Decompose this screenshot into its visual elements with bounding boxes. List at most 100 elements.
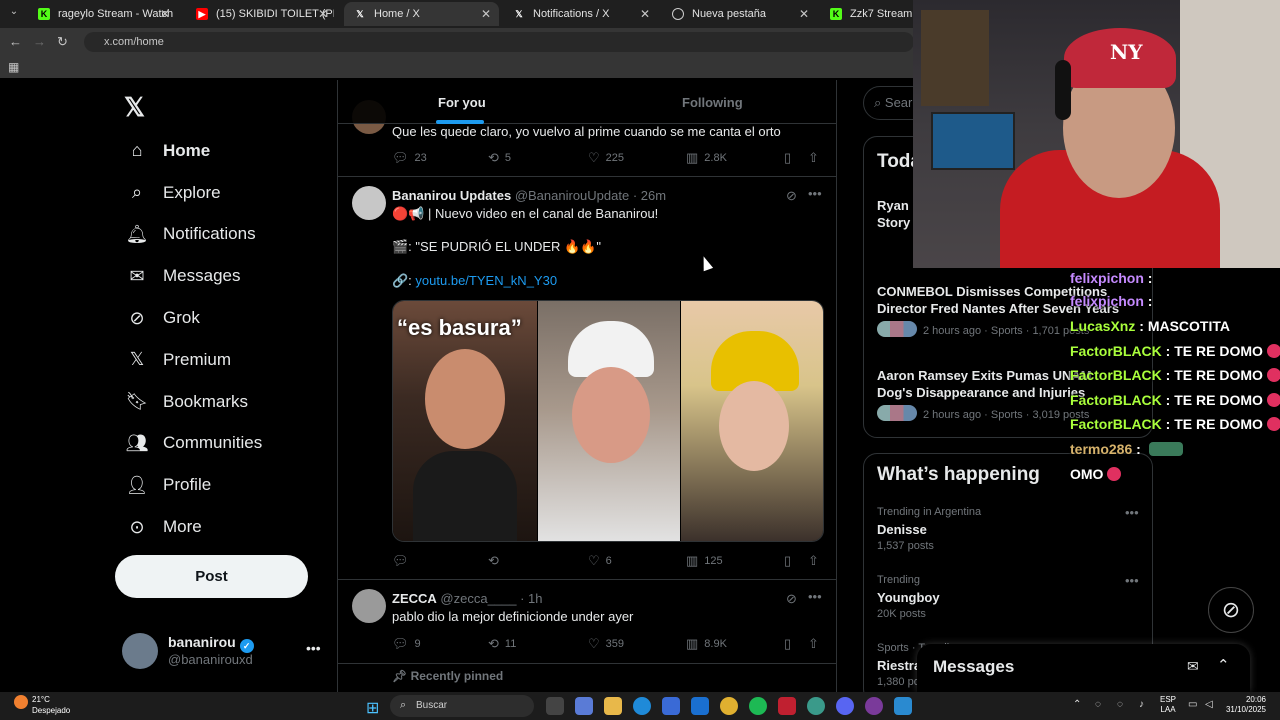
account-switcher[interactable]: bananirou ✓ @bananirouxd ••• <box>122 632 322 670</box>
close-tab-icon[interactable]: ✕ <box>160 7 170 21</box>
post-handle[interactable]: @zecca____ <box>440 591 516 606</box>
copilot-icon[interactable] <box>575 697 593 715</box>
volume-icon[interactable]: ◁ <box>1205 699 1213 710</box>
edge-icon[interactable] <box>633 697 651 715</box>
obs-icon[interactable] <box>778 697 796 715</box>
tray-chevron-icon[interactable]: ⌃ <box>1073 699 1081 710</box>
trend-item[interactable]: Trending Youngboy 20K posts <box>877 572 940 623</box>
like-button[interactable]: ♡ 6 <box>588 553 612 569</box>
sidebar-item-grok[interactable]: ⊘ Grok <box>124 297 262 339</box>
expand-up-icon[interactable]: ⌃ <box>1217 656 1230 674</box>
windows-start-icon[interactable]: ⊞ <box>366 698 379 718</box>
app-icon[interactable] <box>807 697 825 715</box>
close-tab-icon[interactable]: ✕ <box>640 7 650 21</box>
share-button[interactable]: ⇧ <box>808 636 819 652</box>
post-time[interactable]: · 26m <box>633 188 666 203</box>
post-link[interactable]: youtu.be/TYEN_kN_Y30 <box>415 273 557 288</box>
language-indicator[interactable]: ESP LAA <box>1160 695 1176 715</box>
post-media-image[interactable]: “es basura” <box>392 300 824 542</box>
discord-icon[interactable] <box>836 697 854 715</box>
reply-button[interactable]: 💬︎ 9 <box>392 636 421 652</box>
shirt-shape <box>413 451 517 541</box>
post-text: Que les quede claro, yo vuelvo al prime … <box>392 124 781 139</box>
bookmark-button[interactable]: ▯ <box>784 636 791 652</box>
x-logo-icon[interactable]: 𝕏 <box>124 92 145 123</box>
tab-following[interactable]: Following <box>682 95 743 110</box>
back-arrow-icon[interactable]: ← <box>9 34 22 49</box>
repost-button[interactable]: ⟲ 5 <box>488 150 511 166</box>
post-author[interactable]: Bananirou Updates <box>392 188 511 203</box>
tab-notifications-x[interactable]: 𝕏 Notifications / X ✕ <box>503 2 658 26</box>
share-button[interactable]: ⇧ <box>808 553 819 569</box>
bookmark-button[interactable]: ▯ <box>784 553 791 569</box>
bookmark-button[interactable]: ▯ <box>784 150 791 166</box>
app-icon[interactable] <box>894 697 912 715</box>
like-button[interactable]: ♡ 225 <box>588 150 624 166</box>
tab-search-icon[interactable]: ⌄ <box>6 6 22 22</box>
grok-float-button[interactable]: ⊘ <box>1208 587 1254 633</box>
sidebar-item-messages[interactable]: ✉ Messages <box>124 255 262 297</box>
views-button[interactable]: ▥ 2.8K <box>686 150 727 166</box>
sidebar-item-home[interactable]: ⌂ Home <box>124 130 262 172</box>
post-time[interactable]: · 1h <box>520 591 542 606</box>
share-button[interactable]: ⇧ <box>808 150 819 166</box>
url-field[interactable]: x.com/home <box>84 32 914 52</box>
views-button[interactable]: ▥ 125 <box>686 553 723 569</box>
repost-button[interactable]: ⟲ <box>488 553 505 569</box>
tab-kick-zzk7[interactable]: K Zzk7 Stream - Watch <box>820 2 920 26</box>
more-dots-icon[interactable]: ••• <box>808 186 822 201</box>
file-explorer-icon[interactable] <box>604 697 622 715</box>
trend-more-dots-icon[interactable]: ••• <box>1125 573 1139 588</box>
network-icon[interactable]: ▭ <box>1188 699 1197 710</box>
sidebar-item-profile[interactable]: 👤︎ Profile <box>124 464 262 506</box>
post[interactable]: Bananirou Updates @BananirouUpdate · 26m… <box>338 178 836 580</box>
views-button[interactable]: ▥ 8.9K <box>686 636 727 652</box>
tab-for-you[interactable]: For you <box>438 95 486 110</box>
sidebar-item-notifications[interactable]: 🔔︎ Notifications <box>124 214 262 256</box>
reply-button[interactable]: 💬︎ <box>392 553 415 569</box>
more-dots-icon[interactable]: ••• <box>306 640 321 656</box>
reload-icon[interactable]: ↻ <box>57 34 68 50</box>
post[interactable]: ZECCA @zecca____ · 1h ⊘ ••• pablo dio la… <box>338 581 836 664</box>
news-item[interactable]: Ryan Story <box>877 197 910 231</box>
grok-explain-icon[interactable]: ⊘ <box>786 188 797 204</box>
sidebar-item-more[interactable]: ⊙ More <box>124 506 262 548</box>
sidebar-item-premium[interactable]: 𝕏 Premium <box>124 339 262 381</box>
like-button[interactable]: ♡ 359 <box>588 636 624 652</box>
close-tab-icon[interactable]: ✕ <box>481 7 491 21</box>
clock[interactable]: 20:06 31/10/2025 <box>1222 695 1266 715</box>
outlook-icon[interactable] <box>691 697 709 715</box>
post-author[interactable]: ZECCA <box>392 591 437 606</box>
tab-kick-rageylo[interactable]: K rageylo Stream - Watch Live on ✕ <box>28 2 178 26</box>
close-tab-icon[interactable]: ✕ <box>799 7 809 21</box>
sidebar-item-bookmarks[interactable]: 🔖︎ Bookmarks <box>124 381 262 423</box>
tab-new-tab[interactable]: Nueva pestaña ✕ <box>662 2 817 26</box>
forward-arrow-icon[interactable]: → <box>33 34 46 49</box>
trend-more-dots-icon[interactable]: ••• <box>1125 505 1139 520</box>
post-button[interactable]: Post <box>115 555 308 598</box>
more-dots-icon[interactable]: ••• <box>808 589 822 604</box>
app-icon[interactable] <box>865 697 883 715</box>
sidebar-item-communities[interactable]: 👥︎ Communities <box>124 423 263 465</box>
taskbar-search-input[interactable]: Buscar <box>390 695 534 717</box>
apps-grid-icon[interactable]: ▦ <box>8 60 19 74</box>
tab-home-x[interactable]: 𝕏 Home / X ✕ <box>344 2 499 26</box>
microphone-icon[interactable]: ♪ <box>1139 699 1144 710</box>
store-icon[interactable] <box>662 697 680 715</box>
messages-drawer[interactable]: Messages ✉ ⌃ <box>917 644 1250 692</box>
chrome-icon[interactable] <box>720 697 738 715</box>
new-message-icon[interactable]: ✉ <box>1187 658 1199 675</box>
repost-button[interactable]: ⟲ 11 <box>488 636 516 652</box>
news-item[interactable]: Aaron Ramsey Exits Pumas UNAM Dog's Disa… <box>877 367 1092 424</box>
sidebar-item-explore[interactable]: ⌕ Explore <box>124 172 262 214</box>
tray-app-icon[interactable]: ◌ <box>1095 699 1101 710</box>
spotify-icon[interactable] <box>749 697 767 715</box>
grok-explain-icon[interactable]: ⊘ <box>786 591 797 607</box>
tray-app-icon[interactable]: ◌ <box>1117 699 1123 710</box>
reply-button[interactable]: 💬︎ 23 <box>392 150 427 166</box>
task-view-icon[interactable] <box>546 697 564 715</box>
tab-youtube[interactable]: ▶ (15) SKIBIDI TOILET (PROD.CERC ✕ <box>186 2 336 26</box>
post-handle[interactable]: @BananirouUpdate <box>515 188 629 203</box>
trend-item[interactable]: Trending in Argentina Denisse 1,537 post… <box>877 504 981 555</box>
close-tab-icon[interactable]: ✕ <box>318 7 328 21</box>
